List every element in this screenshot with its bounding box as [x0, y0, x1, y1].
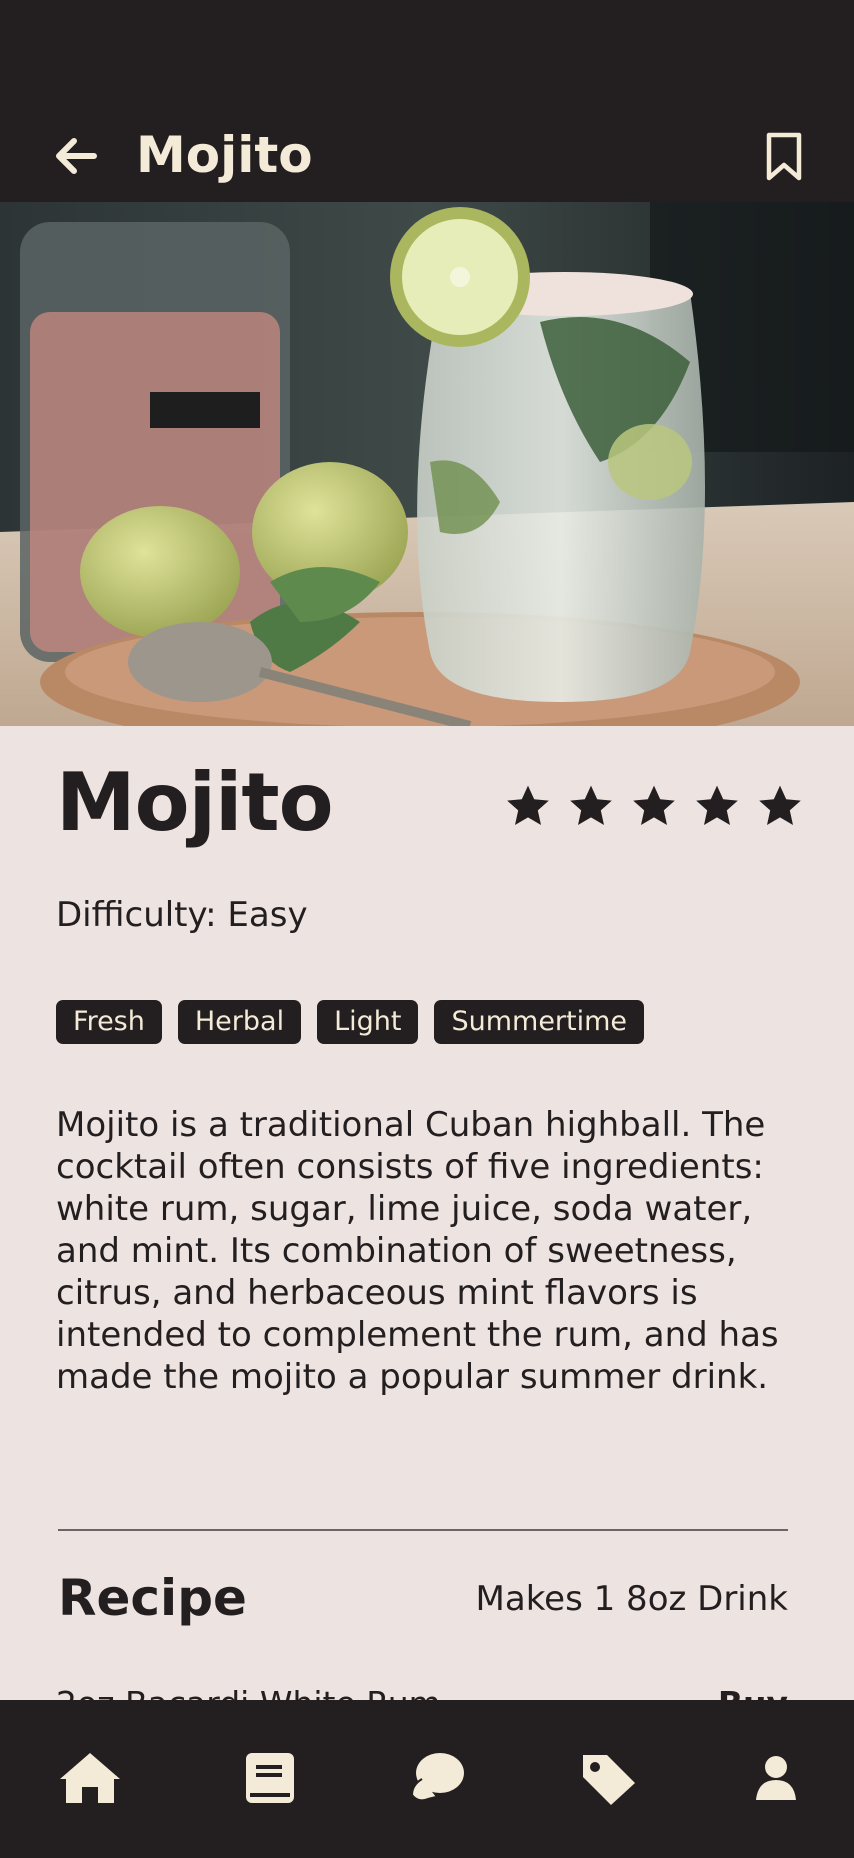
recipe-heading: Recipe	[58, 1569, 247, 1627]
star-icon	[570, 785, 612, 825]
profile-icon	[756, 1756, 796, 1800]
drink-title: Mojito	[56, 756, 334, 849]
tag-icon	[583, 1755, 635, 1805]
star-icon	[696, 785, 738, 825]
star-icon	[633, 785, 675, 825]
chat-icon	[410, 1753, 464, 1802]
section-divider	[58, 1529, 788, 1531]
status-bar	[0, 0, 854, 90]
drink-description: Mojito is a traditional Cuban highball. …	[56, 1105, 779, 1397]
tag-chip[interactable]: Light	[317, 1000, 419, 1044]
nav-home[interactable]	[58, 1748, 122, 1808]
tag-chip[interactable]: Herbal	[177, 1000, 302, 1044]
star-icon	[759, 785, 801, 825]
nav-deals[interactable]	[576, 1748, 640, 1808]
book-icon	[246, 1753, 294, 1803]
nav-recipes[interactable]	[238, 1748, 302, 1808]
back-arrow-icon[interactable]	[54, 134, 98, 178]
rating-stars	[504, 782, 804, 830]
app-bar	[0, 90, 854, 202]
nav-chat[interactable]	[404, 1748, 468, 1808]
star-icon	[507, 785, 549, 825]
tag-chip[interactable]: Fresh	[56, 1000, 162, 1044]
home-icon	[60, 1753, 120, 1803]
recipe-yield: Makes 1 8oz Drink	[475, 1579, 788, 1619]
tag-list: Fresh Herbal Light Summertime	[56, 1000, 645, 1044]
bookmark-icon[interactable]	[764, 132, 804, 182]
difficulty-label: Difficulty: Easy	[56, 895, 308, 935]
hero-image	[0, 202, 854, 726]
nav-profile[interactable]	[744, 1748, 808, 1808]
tag-chip[interactable]: Summertime	[434, 1000, 645, 1044]
app-bar-title: Mojito	[136, 126, 313, 184]
